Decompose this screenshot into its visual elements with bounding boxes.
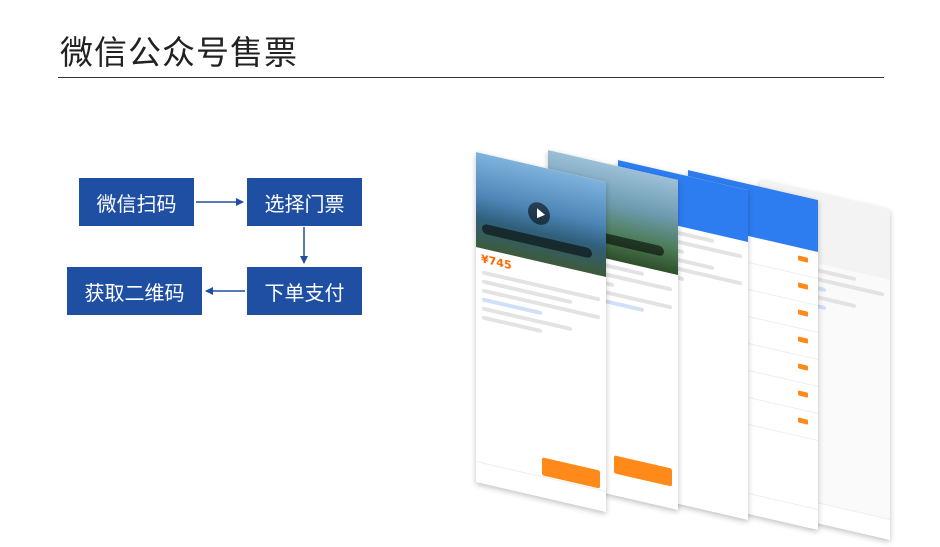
book-now-button-image xyxy=(614,455,672,487)
phone-screenshot-lake-cruise: ¥745 xyxy=(476,152,606,513)
play-icon xyxy=(528,200,550,228)
phone-screenshot-stack: ¥745 xyxy=(470,150,890,541)
